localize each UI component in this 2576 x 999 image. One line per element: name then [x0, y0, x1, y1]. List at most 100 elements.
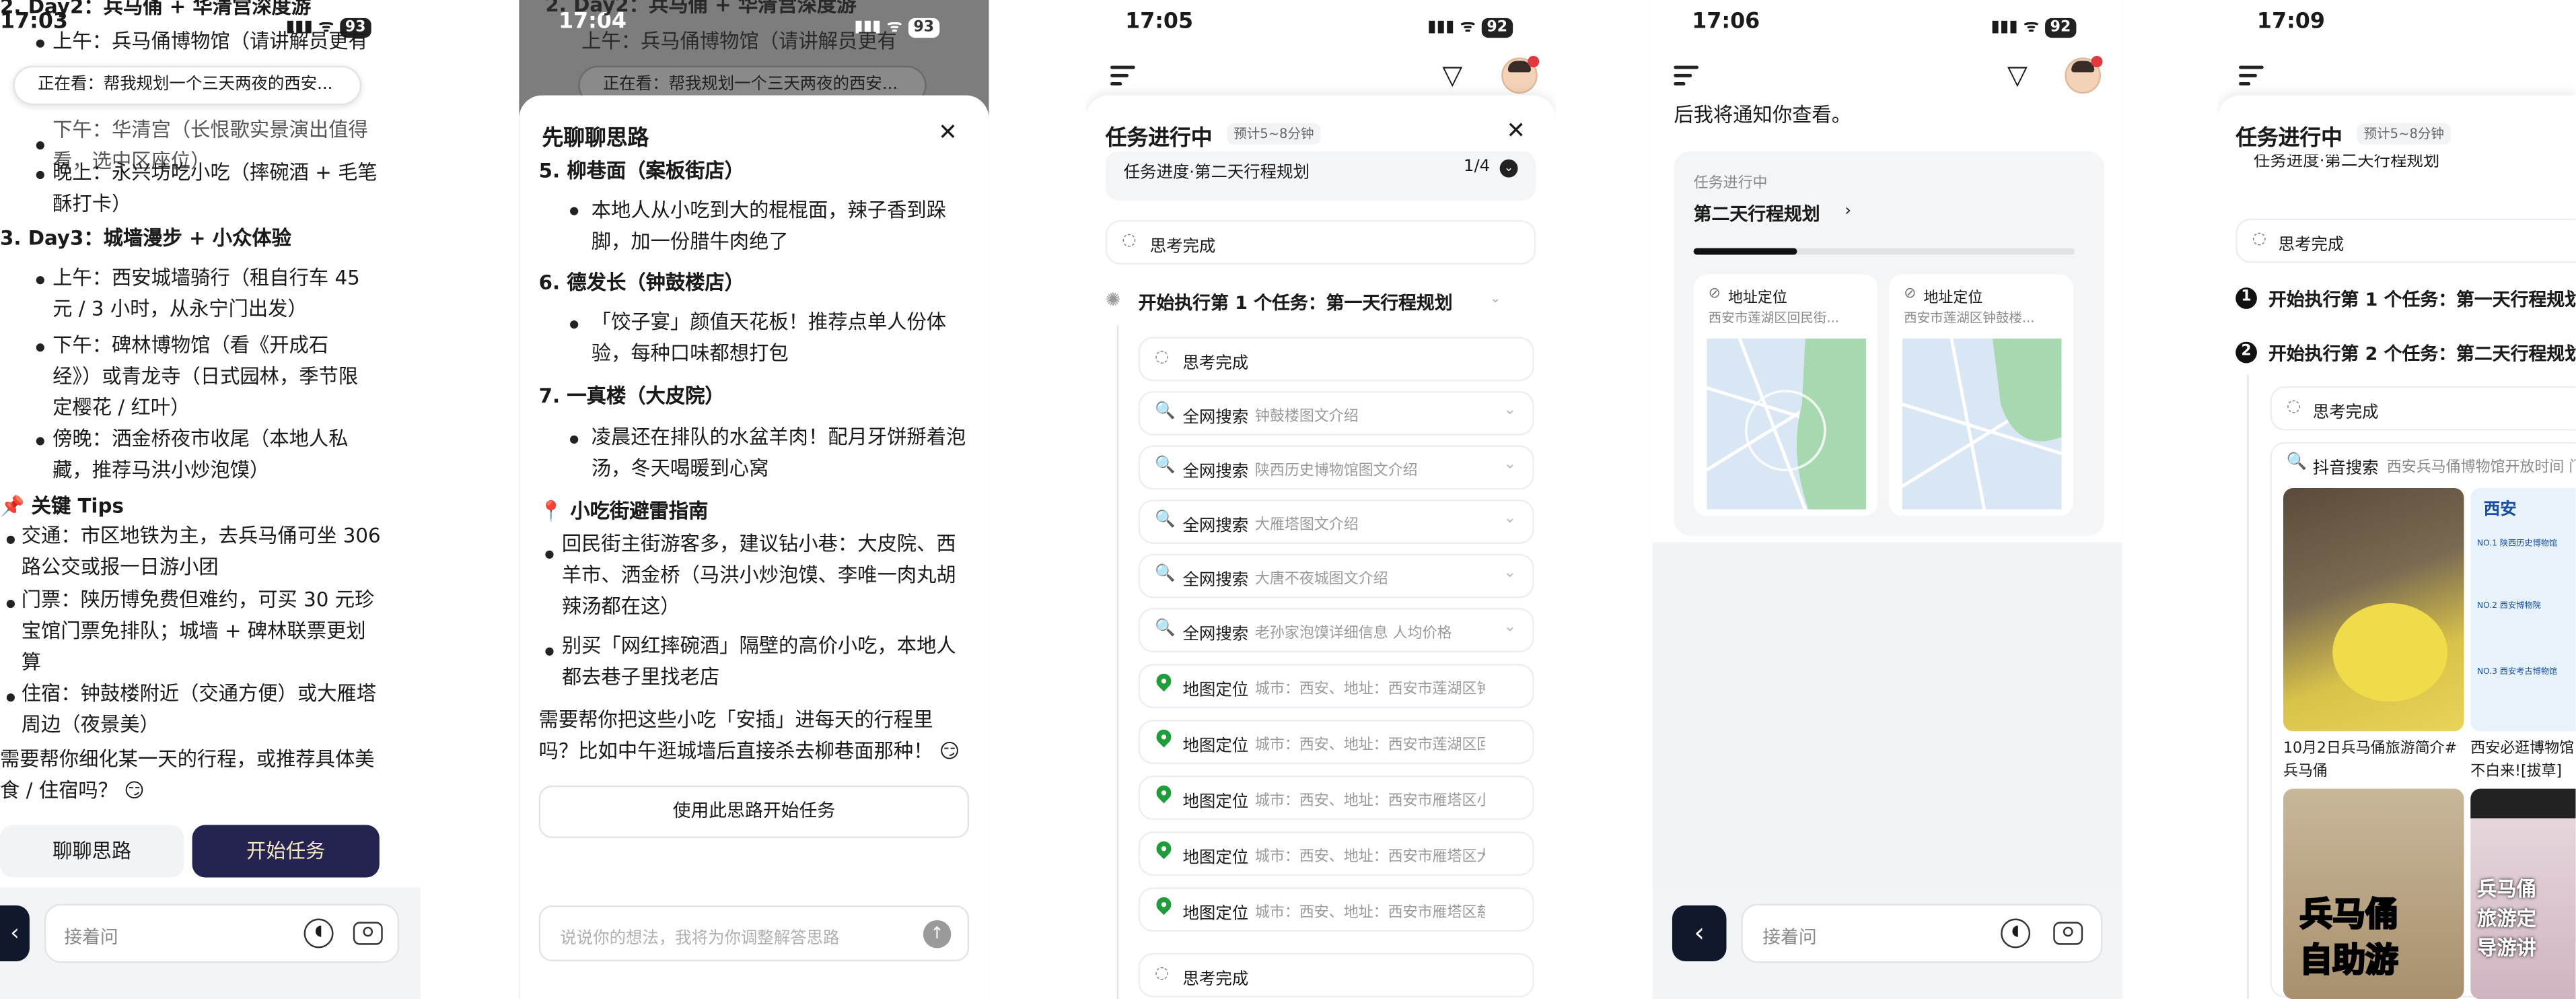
task-card[interactable]: 任务进行中 第二天行程规划 › ⊘ 地址定位 西安市莲湖区回民街... ⊘ 地址…: [1674, 151, 2104, 536]
voice-icon[interactable]: ◖: [303, 918, 334, 949]
search-icon: 🔍: [1155, 456, 1176, 475]
chat-input-placeholder: 接着问: [1762, 926, 1817, 949]
task-step-row[interactable]: 🔍 全网搜索 大唐不夜城图文介绍 ⌄: [1138, 553, 1534, 598]
video-thumbnail-2[interactable]: 西安 NO.1 陕西历史博物馆 NO.2 西安博物院 NO.3 西安考古博物馆: [2470, 487, 2576, 732]
step-detail: 钟鼓楼图文介绍: [1254, 409, 1359, 426]
think-label: 思考完成: [2278, 236, 2345, 255]
location-sub: 西安市莲湖区钟鼓楼...: [1904, 310, 2035, 326]
task-step-row[interactable]: ◌ 思考完成: [1138, 337, 1534, 382]
task1-heading[interactable]: 开始执行第 1 个任务：第一天行程规划: [1139, 289, 1453, 316]
task-step-row[interactable]: 🔍 全网搜索 陕西历史博物馆图文介绍 ⌄: [1138, 445, 1534, 490]
thought-icon: ◌: [1122, 232, 1137, 250]
camera-icon[interactable]: [353, 922, 383, 945]
map-pin-icon: [1153, 670, 1174, 692]
task-step-row[interactable]: 地图定位 城市：西安、地址：西安市莲湖区回...: [1138, 720, 1534, 765]
chevron-down-icon: ⌄: [1503, 456, 1517, 474]
thought-icon: ◌: [1155, 964, 1170, 983]
progress-label: 任务进度·第二天行程规划: [1123, 164, 1310, 182]
step-label: 地图定位: [1182, 905, 1249, 924]
step-label: 全网搜索: [1182, 626, 1249, 644]
task-step-row[interactable]: 🔍 全网搜索 钟鼓楼图文介绍 ⌄: [1138, 390, 1534, 436]
map-pin-icon: [1153, 726, 1174, 748]
menu-icon[interactable]: [1110, 65, 1137, 85]
sheet-title: 先聊聊思路: [542, 126, 649, 151]
close-icon[interactable]: ✕: [1506, 118, 1526, 145]
video-thumbnail-4[interactable]: 兵马俑 旅游定 导游讲: [2470, 788, 2576, 999]
task1-heading[interactable]: 开始执行第 1 个任务：第一天行程规划: [2268, 286, 2575, 312]
step-label: 全网搜索: [1182, 572, 1249, 590]
timeline-line: [2247, 374, 2249, 999]
voice-icon[interactable]: ◖: [2001, 918, 2031, 949]
thumb-text: 兵马俑: [2299, 893, 2399, 934]
close-icon[interactable]: ✕: [933, 118, 962, 148]
notify-text: 后我将通知你查看。: [1674, 103, 1852, 127]
send-icon[interactable]: ↑: [923, 920, 952, 949]
sheet-title: 任务进行中: [1105, 126, 1213, 151]
filter-icon[interactable]: ▽: [1442, 59, 1462, 90]
camera-icon[interactable]: [2053, 922, 2083, 945]
task-step-row[interactable]: 🔍 全网搜索 老孙家泡馍详细信息 人均价格 ⌄: [1138, 608, 1534, 653]
progress-card[interactable]: 任务进度·第二天行程规划: [2235, 154, 2575, 177]
item5-desc: 本地人从小吃到大的棍棍面，辣子香到跺 脚，加一份腊牛肉绝了: [591, 199, 947, 253]
chat-input[interactable]: 接着问 ◖: [44, 903, 400, 963]
spinner-icon: ✺: [1105, 289, 1121, 311]
search-icon: 🔍: [2286, 453, 2307, 472]
guide-tip-alleys: 回民街主街游客多，建议钻小巷：大皮院、西 羊市、洒金桥（马洪小炒泡馍、李唯一肉丸胡…: [561, 532, 956, 618]
use-approach-button[interactable]: 使用此思路开始任务: [538, 785, 970, 838]
think-card-2[interactable]: ◌ 思考完成: [2270, 386, 2576, 431]
progress-label: 任务进度·第二天行程规划: [2254, 154, 2440, 171]
screen-task-card: 17:06 ▮▮▮ ᯤ 92 ▽ 后我将通知你查看。 任务进行中 第二天行程规划 …: [1652, 0, 2122, 999]
filter-icon[interactable]: ▽: [2007, 59, 2028, 90]
chat-approach-button[interactable]: 聊聊思路: [0, 825, 184, 878]
bullet: [6, 535, 15, 544]
progress-count: 1/4: [1463, 158, 1491, 176]
back-icon[interactable]: ‹: [1672, 905, 1727, 961]
task-step-row[interactable]: 地图定位 城市：西安、地址：西安市雁塔区大...: [1138, 831, 1534, 876]
video-caption-1: 10月2日兵马俑旅游简介# 兵马俑: [2283, 740, 2458, 781]
status-bar: 17:09: [2217, 0, 2575, 42]
location-label: 地址定位: [1923, 291, 1983, 308]
menu-icon[interactable]: [2239, 65, 2265, 85]
step-label: 地图定位: [1182, 682, 1249, 700]
step-detail: 老孙家泡馍详细信息 人均价格: [1254, 626, 1452, 643]
screen-task-progress: 17:05 ▮▮▮ ᯤ 92 ▽ 任务进行中 预计5~8分钟 ✕ 任务进度·第二天…: [1085, 0, 1556, 999]
bg-day2-heading: 2. Day2：兵马俑 + 华清宫深度游: [545, 0, 857, 17]
task-step-row[interactable]: ◌ 思考完成: [1138, 953, 1534, 998]
task-step-row[interactable]: 🔍 全网搜索 大雁塔图文介绍 ⌄: [1138, 500, 1534, 544]
avatar[interactable]: [1501, 55, 1540, 94]
tip-tickets: 门票：陕历博免费但难约，可买 30 元珍 宝馆门票免排队；城墙 + 碑林联票更划算: [21, 588, 375, 674]
avatar[interactable]: [2065, 55, 2103, 94]
task2-heading[interactable]: 开始执行第 2 个任务：第二天行程规划: [2268, 340, 2575, 366]
closing-question: 需要帮你细化某一天的行程，或推荐具体美食 / 住宿吗？ 😏: [0, 747, 375, 802]
step-label: 全网搜索: [1182, 517, 1249, 536]
location-card-1[interactable]: ⊘ 地址定位 西安市莲湖区回民街...: [1693, 274, 1878, 516]
status-time: 17:05: [1125, 9, 1194, 35]
battery-icon: 93: [908, 18, 939, 38]
back-icon[interactable]: ‹: [0, 905, 30, 961]
video-thumbnail-1[interactable]: [2283, 487, 2464, 732]
task-step-row[interactable]: 地图定位 城市：西安、地址：西安市莲湖区钟...: [1138, 664, 1534, 709]
douyin-label: 抖音搜索: [2312, 460, 2379, 479]
approach-input[interactable]: 说说你的想法，我将为你调整解答思路 ↑: [538, 905, 970, 961]
chevron-down-icon: ⌄: [1503, 565, 1517, 582]
item7-desc: 凌晨还在排队的水盆羊肉！配月牙饼掰着泡 汤，冬天喝暖到心窝: [591, 425, 966, 480]
location-card-2[interactable]: ⊘ 地址定位 西安市莲湖区钟鼓楼...: [1889, 274, 2073, 516]
douyin-result-card[interactable]: 🔍 抖音搜索 西安兵马俑博物馆开放时间 门 10月2日兵马俑旅游简介# 兵马俑 西…: [2270, 442, 2576, 999]
think-card[interactable]: ◌ 思考完成: [2235, 218, 2576, 263]
status-bar: 17:06 ▮▮▮ ᯤ 92: [1653, 0, 2122, 42]
bullet: [36, 343, 44, 352]
day3-afternoon: 下午：碑林博物馆（看《开成石 经》）或青龙寺（日式园林，季节限 定樱花 / 红叶）: [52, 333, 359, 419]
location-sub: 西安市莲湖区回民街...: [1708, 310, 1840, 326]
video-thumbnail-3[interactable]: 兵马俑 自助游: [2283, 788, 2464, 999]
chat-input[interactable]: 接着问 ◖: [1741, 903, 2103, 963]
think-card[interactable]: ◌ 思考完成: [1105, 220, 1536, 265]
task-step-row[interactable]: 地图定位 城市：西安、地址：西安市雁塔区慈...: [1138, 887, 1534, 932]
menu-icon[interactable]: [1674, 65, 1700, 85]
task-step-row[interactable]: 地图定位 城市：西安、地址：西安市雁塔区小...: [1138, 776, 1534, 821]
video-caption-2: 西安必逛博物馆 不白来![拔草]: [2470, 740, 2575, 781]
progress-card[interactable]: 任务进度·第二天行程规划 1/4 ⌄: [1105, 151, 1536, 201]
viewing-pill[interactable]: 正在看：帮我规划一个三天两夜的西安...: [13, 65, 362, 106]
bullet: [6, 693, 15, 702]
start-task-button[interactable]: 开始任务: [192, 825, 380, 878]
thumb-text: 旅游定: [2477, 907, 2536, 930]
